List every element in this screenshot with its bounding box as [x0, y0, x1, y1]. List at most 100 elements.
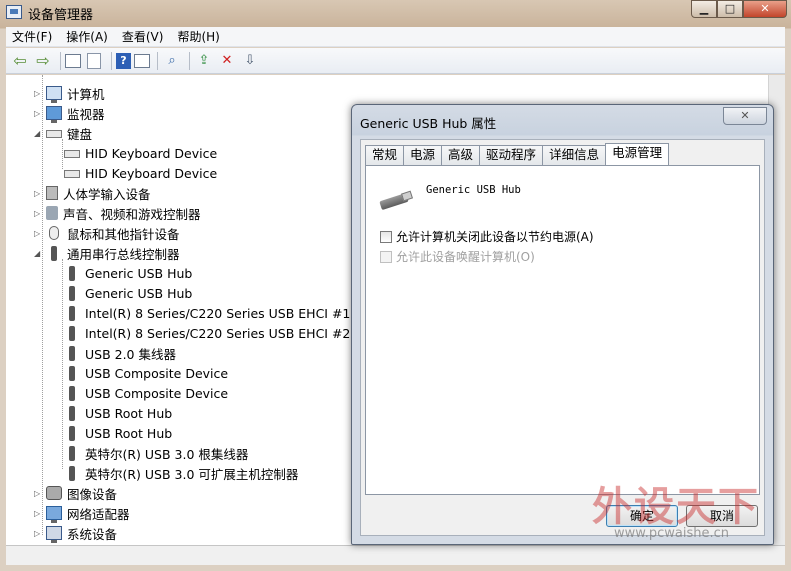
help-icon[interactable]: ? — [116, 52, 131, 69]
usb-device-icon — [379, 190, 414, 211]
checkbox-label: 允许计算机关闭此设备以节约电源(A) — [396, 230, 594, 244]
camera-icon — [46, 486, 62, 500]
tree-node-usb[interactable]: ◢ 通用串行总线控制器 — [34, 243, 180, 263]
document-icon[interactable] — [87, 52, 101, 69]
expand-arrow-icon[interactable]: ▷ — [34, 189, 44, 198]
tree-leaf-usb[interactable]: Intel(R) 8 Series/C220 Series USB EHCI #… — [64, 303, 371, 323]
tree-leaf-label: HID Keyboard Device — [85, 145, 218, 161]
usb-icon — [69, 325, 75, 341]
ok-button[interactable]: 确定 — [606, 505, 678, 527]
tree-node-mouse[interactable]: ▷ 鼠标和其他指针设备 — [34, 223, 180, 243]
tree-leaf-usb[interactable]: Generic USB Hub — [64, 263, 192, 283]
dialog-title: Generic USB Hub 属性 — [360, 116, 497, 131]
tree-node-label: 计算机 — [67, 86, 105, 102]
disable-icon[interactable]: ⇩ — [240, 51, 260, 71]
tree-node-network[interactable]: ▷ 网络适配器 — [34, 503, 130, 523]
computer-icon — [46, 86, 62, 103]
tree-leaf-usb[interactable]: Generic USB Hub — [64, 283, 192, 303]
tab-power-management[interactable]: 电源管理 — [605, 143, 670, 165]
tree-leaf-keyboard[interactable]: HID Keyboard Device — [64, 163, 217, 183]
update-driver-icon[interactable]: ⇪ — [194, 51, 214, 71]
tree-leaf-usb[interactable]: USB 2.0 集线器 — [64, 343, 176, 363]
close-button[interactable]: ✕ — [743, 0, 787, 18]
usb-icon — [69, 365, 75, 381]
tree-leaf-keyboard[interactable]: HID Keyboard Device — [64, 143, 217, 163]
toolbar: ⇦ ⇨ ? ⌕ ⇪ ✕ ⇩ — [6, 48, 785, 74]
menu-action[interactable]: 操作(A) — [66, 28, 108, 45]
usb-icon — [69, 405, 75, 421]
menu-bar: 文件(F) 操作(A) 查看(V) 帮助(H) — [6, 27, 785, 47]
usb-icon — [69, 385, 75, 401]
keyboard-icon — [46, 130, 62, 138]
tree-leaf-usb[interactable]: USB Root Hub — [64, 403, 172, 423]
hid-icon — [46, 186, 58, 200]
expand-arrow-icon[interactable]: ▷ — [34, 489, 44, 498]
usb-icon — [69, 345, 75, 361]
usb-icon — [51, 245, 57, 261]
tree-node-hid[interactable]: ▷ 人体学输入设备 — [34, 183, 151, 203]
maximize-button[interactable]: □ — [717, 0, 743, 18]
menu-view[interactable]: 查看(V) — [122, 28, 164, 45]
cancel-button[interactable]: 取消 — [686, 505, 758, 527]
tree-node-label: 系统设备 — [67, 526, 118, 542]
expand-arrow-icon[interactable]: ▷ — [34, 529, 44, 538]
tree-node-label: 监视器 — [67, 106, 105, 122]
expand-arrow-icon[interactable]: ▷ — [34, 89, 44, 98]
keyboard-icon — [64, 150, 80, 158]
tree-leaf-usb[interactable]: USB Composite Device — [64, 383, 228, 403]
tree-leaf-usb[interactable]: 英特尔(R) USB 3.0 根集线器 — [64, 443, 248, 463]
menu-help[interactable]: 帮助(H) — [177, 28, 219, 45]
properties-dialog: Generic USB Hub 属性 ✕ 常规 电源 高级 驱动程序 详细信息 … — [351, 104, 774, 545]
tree-node-keyboard[interactable]: ◢ 键盘 — [34, 123, 92, 143]
tree-node-computer[interactable]: ▷ 计算机 — [34, 83, 105, 103]
tree-node-label: 声音、视频和游戏控制器 — [63, 206, 201, 222]
tree-node-label: 鼠标和其他指针设备 — [67, 226, 180, 242]
tree-leaf-label: USB Root Hub — [85, 405, 173, 421]
tree-leaf-usb[interactable]: USB Root Hub — [64, 423, 172, 443]
scan-icon[interactable]: ⌕ — [162, 51, 182, 71]
uninstall-icon[interactable]: ✕ — [217, 51, 237, 71]
tree-node-label: 通用串行总线控制器 — [67, 246, 180, 262]
tab-general[interactable]: 常规 — [365, 145, 405, 165]
tree-node-monitor[interactable]: ▷ 监视器 — [34, 103, 105, 123]
tree-leaf-usb[interactable]: 英特尔(R) USB 3.0 可扩展主机控制器 — [64, 463, 298, 483]
power-management-panel: Generic USB Hub 允许计算机关闭此设备以节约电源(A) 允许此设备… — [365, 165, 760, 495]
checkbox-label: 允许此设备唤醒计算机(O) — [396, 250, 535, 264]
tree-node-system[interactable]: ▷ 系统设备 — [34, 523, 117, 543]
device-manager-icon — [6, 5, 22, 19]
system-icon — [46, 526, 62, 543]
tab-advanced[interactable]: 高级 — [441, 145, 481, 165]
minimize-button[interactable]: ▁ — [691, 0, 717, 18]
menu-file[interactable]: 文件(F) — [12, 28, 52, 45]
collapse-arrow-icon[interactable]: ◢ — [34, 249, 44, 258]
forward-icon[interactable]: ⇨ — [33, 51, 53, 71]
properties-icon[interactable] — [65, 53, 81, 68]
expand-arrow-icon[interactable]: ▷ — [34, 209, 44, 218]
toolbar-separator — [60, 51, 61, 70]
expand-arrow-icon[interactable]: ▷ — [34, 509, 44, 518]
expand-arrow-icon[interactable]: ▷ — [34, 229, 44, 238]
tree-node-imaging[interactable]: ▷ 图像设备 — [34, 483, 117, 503]
expand-arrow-icon[interactable]: ▷ — [34, 109, 44, 118]
tree-leaf-usb[interactable]: USB Composite Device — [64, 363, 228, 383]
tree-leaf-label: USB Root Hub — [85, 425, 173, 441]
network-icon — [46, 506, 62, 523]
tab-details[interactable]: 详细信息 — [542, 145, 607, 165]
tree-leaf-label: USB Composite Device — [85, 365, 229, 381]
checkbox-box[interactable] — [380, 230, 392, 243]
tab-power[interactable]: 电源 — [403, 145, 443, 165]
tree-node-sound[interactable]: ▷ 声音、视频和游戏控制器 — [34, 203, 201, 223]
status-bar — [6, 545, 785, 565]
grid-icon[interactable] — [134, 53, 150, 68]
tree-leaf-usb[interactable]: Intel(R) 8 Series/C220 Series USB EHCI #… — [64, 323, 371, 343]
tab-driver[interactable]: 驱动程序 — [479, 145, 544, 165]
tree-leaf-label: USB Composite Device — [85, 385, 229, 401]
title-bar[interactable]: 设备管理器 ▁ □ ✕ — [0, 0, 791, 26]
tab-strip: 常规 电源 高级 驱动程序 详细信息 电源管理 — [365, 143, 670, 165]
back-icon[interactable]: ⇦ — [10, 51, 30, 71]
usb-icon — [69, 285, 75, 301]
toolbar-separator — [157, 51, 158, 70]
allow-turn-off-checkbox[interactable]: 允许计算机关闭此设备以节约电源(A) — [380, 228, 594, 245]
collapse-arrow-icon[interactable]: ◢ — [34, 129, 44, 138]
dialog-close-button[interactable]: ✕ — [723, 107, 767, 125]
